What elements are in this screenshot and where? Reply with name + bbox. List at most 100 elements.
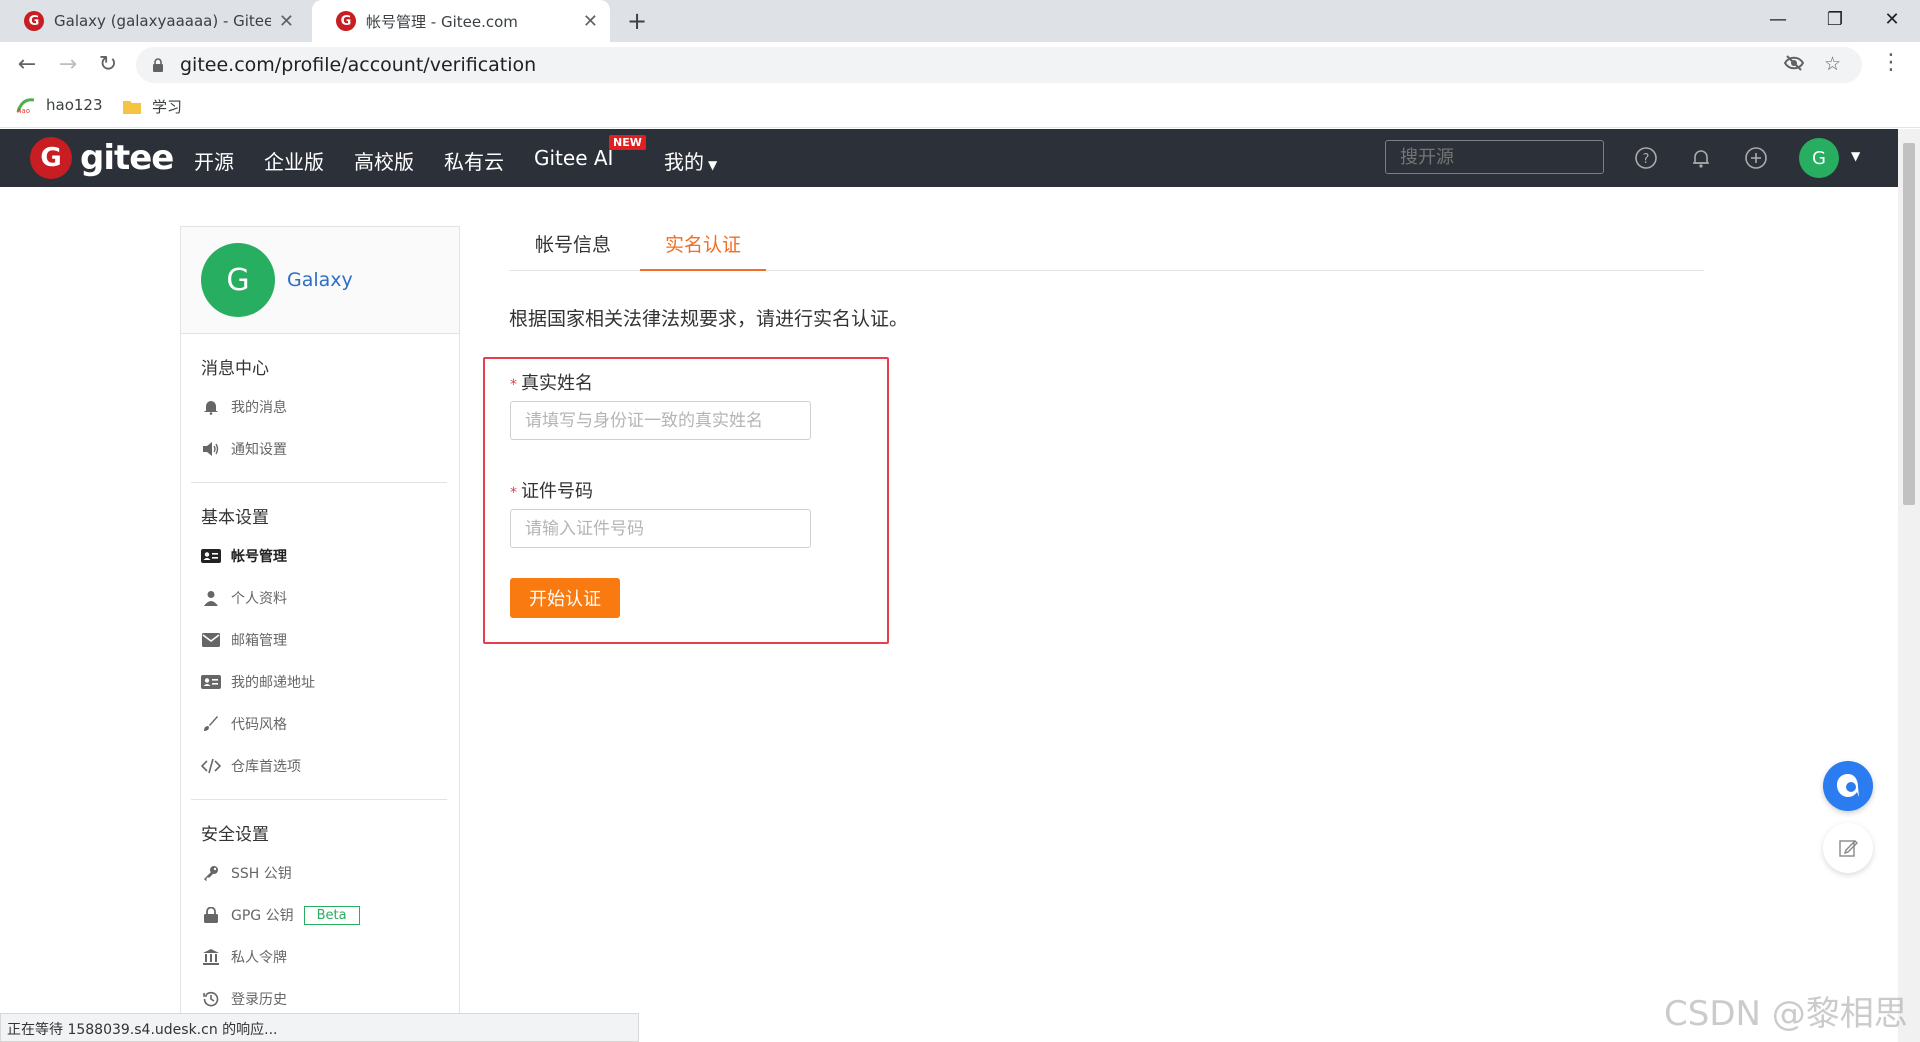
sidebar-item-label: 帐号管理 xyxy=(231,549,287,565)
gitee-logo[interactable]: G gitee xyxy=(30,137,174,179)
code-icon xyxy=(201,756,221,776)
bookmark-folder-study[interactable]: 学习 xyxy=(122,96,182,117)
folder-icon xyxy=(123,100,141,114)
nav-mine-label: 我的 xyxy=(664,150,704,174)
site-search-input[interactable] xyxy=(1385,140,1604,174)
sidebar-item-address[interactable]: 我的邮递地址 xyxy=(201,661,447,703)
bell-icon xyxy=(201,397,221,417)
user-icon xyxy=(201,588,221,608)
sidebar-item-label: 登录历史 xyxy=(231,992,287,1008)
url-text: gitee.com/profile/account/verification xyxy=(180,54,537,76)
sidebar-item-label: 代码风格 xyxy=(231,717,287,733)
sidebar-group-security: 安全设置 SSH 公钥 GPG 公钥 Beta 私人令牌 登录历史 xyxy=(181,800,459,1020)
restore-window-icon[interactable]: ❐ xyxy=(1805,0,1865,38)
real-name-input[interactable] xyxy=(510,401,811,440)
bookmark-hao123[interactable]: hao hao123 xyxy=(16,96,103,114)
browser-tab-strip: G Galaxy (galaxyaaaaa) - Gitee.co ✕ G 帐号… xyxy=(0,0,1920,42)
svg-text:?: ? xyxy=(1643,152,1650,167)
speaker-icon xyxy=(201,439,221,459)
sidebar-item-gpg-keys[interactable]: GPG 公钥 Beta xyxy=(201,894,447,936)
browser-status-bar: 正在等待 1588039.s4.udesk.cn 的响应... xyxy=(0,1013,639,1042)
sidebar-item-my-messages[interactable]: 我的消息 xyxy=(201,386,447,428)
gitee-favicon-icon: G xyxy=(336,11,356,31)
bookmark-label: hao123 xyxy=(46,96,103,114)
hao123-icon: hao xyxy=(16,98,35,114)
create-plus-icon[interactable] xyxy=(1744,146,1768,170)
sidebar-item-code-style[interactable]: 代码风格 xyxy=(201,703,447,745)
browser-menu-icon[interactable]: ⋮ xyxy=(1880,50,1902,75)
sidebar-item-label: 我的邮递地址 xyxy=(231,675,315,691)
sidebar-item-label: 我的消息 xyxy=(231,400,287,416)
sidebar-item-notification-settings[interactable]: 通知设置 xyxy=(201,428,447,470)
sidebar-group-basic: 基本设置 帐号管理 个人资料 邮箱管理 我的邮递地址 代码风格 仓库首选项 xyxy=(181,483,459,787)
nav-enterprise[interactable]: 企业版 xyxy=(264,146,324,175)
id-number-label-text: 证件号码 xyxy=(521,481,593,502)
avatar-caret-down-icon[interactable]: ▼ xyxy=(1851,149,1860,163)
edit-note-icon xyxy=(1839,840,1858,857)
new-tab-button[interactable]: + xyxy=(622,6,652,36)
sidebar-username[interactable]: Galaxy xyxy=(287,269,353,291)
address-bar[interactable]: gitee.com/profile/account/verification ☆ xyxy=(136,47,1862,83)
nav-private-cloud[interactable]: 私有云 xyxy=(444,146,504,175)
nav-education[interactable]: 高校版 xyxy=(354,146,414,175)
sidebar-item-private-tokens[interactable]: 私人令牌 xyxy=(201,936,447,978)
sidebar-avatar[interactable]: G xyxy=(201,243,275,317)
tab-title: Galaxy (galaxyaaaaa) - Gitee.co xyxy=(54,12,271,30)
address-card-icon xyxy=(201,672,221,692)
tab-title: 帐号管理 - Gitee.com xyxy=(366,12,518,31)
watermark: CSDN @黎相思 xyxy=(1664,994,1908,1034)
envelope-icon xyxy=(201,630,221,650)
browser-toolbar: ← → ↻ gitee.com/profile/account/verifica… xyxy=(0,42,1920,86)
sidebar-item-repo-preferences[interactable]: 仓库首选项 xyxy=(201,745,447,787)
start-verification-button[interactable]: 开始认证 xyxy=(510,578,620,618)
id-card-icon xyxy=(201,546,221,566)
notification-bell-icon[interactable] xyxy=(1689,146,1713,170)
bookmark-star-icon[interactable]: ☆ xyxy=(1824,53,1841,75)
sidebar-item-label: SSH 公钥 xyxy=(231,866,292,882)
verification-form: *真实姓名 *证件号码 开始认证 xyxy=(483,357,889,644)
scrollbar-thumb[interactable] xyxy=(1903,143,1915,505)
sidebar-group-messages: 消息中心 我的消息 通知设置 xyxy=(181,334,459,470)
customer-service-button[interactable] xyxy=(1823,761,1873,811)
svg-text:hao: hao xyxy=(17,107,30,114)
user-avatar[interactable]: G xyxy=(1799,138,1839,178)
browser-tab-account[interactable]: G 帐号管理 - Gitee.com ✕ xyxy=(312,0,610,42)
sidebar-item-account[interactable]: 帐号管理 xyxy=(201,535,447,577)
token-icon xyxy=(201,947,221,967)
gitee-favicon-icon: G xyxy=(24,11,44,31)
nav-mine[interactable]: 我的 ▼ xyxy=(664,146,717,175)
forward-arrow-icon[interactable]: → xyxy=(54,50,82,78)
eye-off-icon[interactable] xyxy=(1783,53,1805,78)
sidebar-group-title: 消息中心 xyxy=(201,359,269,379)
required-mark: * xyxy=(510,377,517,393)
account-tabs: 帐号信息 实名认证 xyxy=(509,226,1704,271)
chat-bubble-icon xyxy=(1837,774,1859,797)
id-number-input[interactable] xyxy=(510,509,811,548)
site-header: G gitee 开源 企业版 高校版 私有云 Gitee AI NEW 我的 ▼ … xyxy=(0,129,1898,187)
back-arrow-icon[interactable]: ← xyxy=(13,50,41,78)
tab-real-name-verification[interactable]: 实名认证 xyxy=(640,230,767,271)
tab-account-info[interactable]: 帐号信息 xyxy=(535,230,611,271)
browser-tab-profile[interactable]: G Galaxy (galaxyaaaaa) - Gitee.co ✕ xyxy=(0,0,306,42)
sidebar-user-card: G Galaxy xyxy=(181,227,459,334)
sidebar-item-email[interactable]: 邮箱管理 xyxy=(201,619,447,661)
sidebar-item-label: 邮箱管理 xyxy=(231,633,287,649)
sidebar-item-ssh-keys[interactable]: SSH 公钥 xyxy=(201,852,447,894)
sidebar-item-profile[interactable]: 个人资料 xyxy=(201,577,447,619)
feedback-button[interactable] xyxy=(1823,823,1873,873)
lock-icon xyxy=(201,905,221,925)
new-badge: NEW xyxy=(609,135,646,150)
close-window-icon[interactable]: ✕ xyxy=(1862,0,1920,38)
close-tab-icon[interactable]: ✕ xyxy=(583,11,598,32)
real-name-label-text: 真实姓名 xyxy=(521,373,593,394)
sidebar-item-label: 仓库首选项 xyxy=(231,759,301,775)
beta-badge: Beta xyxy=(303,905,360,925)
page-scrollbar[interactable] xyxy=(1898,129,1920,1042)
nav-opensource[interactable]: 开源 xyxy=(194,146,234,175)
reload-icon[interactable]: ↻ xyxy=(94,50,122,78)
verification-notice: 根据国家相关法律法规要求，请进行实名认证。 xyxy=(509,308,909,330)
help-icon[interactable]: ? xyxy=(1634,146,1658,170)
close-tab-icon[interactable]: ✕ xyxy=(279,11,294,32)
minimize-window-icon[interactable]: — xyxy=(1748,0,1808,38)
nav-gitee-ai[interactable]: Gitee AI xyxy=(534,146,613,170)
